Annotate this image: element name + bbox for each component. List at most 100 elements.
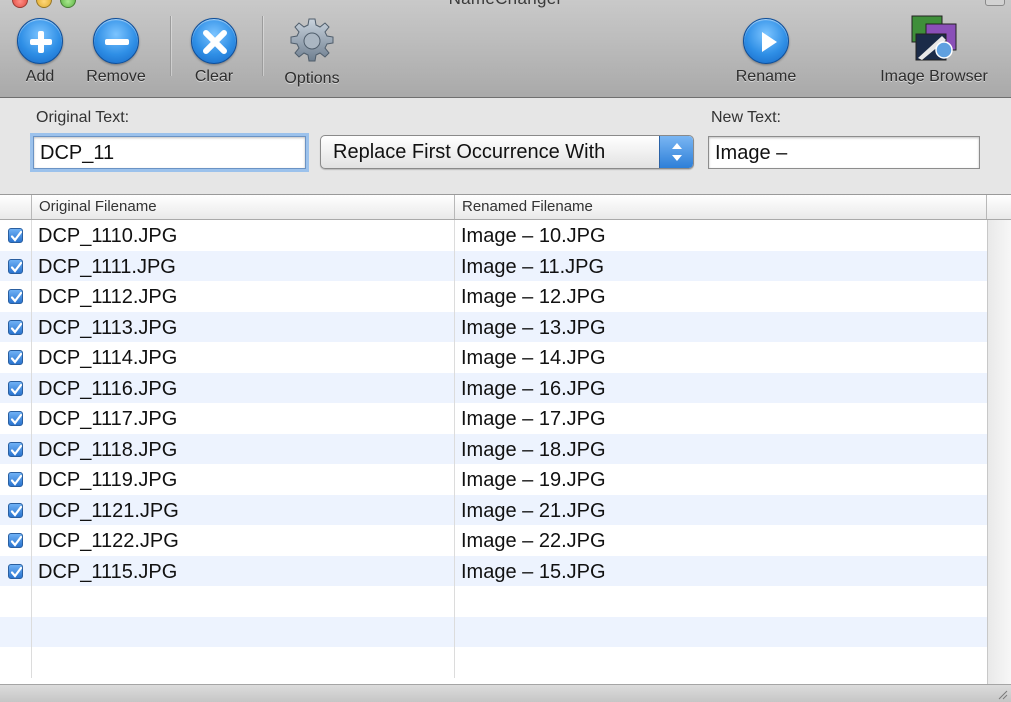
row-check-cell xyxy=(0,220,32,251)
renamed-filename-cell: Image – 21.JPG xyxy=(461,499,606,522)
table-row[interactable] xyxy=(0,616,987,648)
row-check-cell xyxy=(0,616,32,647)
row-check-cell xyxy=(0,464,32,495)
options-label: Options xyxy=(284,70,340,87)
table-row[interactable] xyxy=(0,586,987,617)
replace-form: Original Text: DCP_11 Replace First Occu… xyxy=(0,98,1011,194)
clear-button[interactable]: Clear xyxy=(169,18,259,86)
row-check-cell xyxy=(0,433,32,464)
row-checkbox[interactable] xyxy=(8,289,23,304)
play-circle-icon xyxy=(743,18,789,64)
renamed-filename-cell: Image – 19.JPG xyxy=(461,469,606,491)
status-bar xyxy=(0,684,1011,702)
image-browser-button[interactable]: Image Browser xyxy=(874,15,994,86)
clear-label: Clear xyxy=(194,68,234,85)
row-checkbox[interactable] xyxy=(8,319,23,335)
x-circle-icon xyxy=(191,18,237,64)
renamed-filename-cell: Image – 11.JPG xyxy=(461,255,605,278)
original-filename-cell: DCP_1110.JPG xyxy=(32,220,455,251)
renamed-filename-cell: Image – 12.JPG xyxy=(461,286,606,308)
image-browser-label: Image Browser xyxy=(880,68,988,85)
row-checkbox[interactable] xyxy=(8,441,23,457)
original-filename-cell: DCP_1121.JPG xyxy=(32,494,455,525)
renamed-filename-cell xyxy=(455,617,987,648)
table-row[interactable]: DCP_1112.JPG Image – 12.JPG xyxy=(0,281,987,312)
window-toolbar: NameChanger Add Remove Clear xyxy=(0,0,1011,98)
row-check-cell xyxy=(0,525,32,556)
renamed-filename-cell: Image – 16.JPG xyxy=(461,377,606,400)
renamed-filename-cell: Image – 10.JPG xyxy=(461,225,606,247)
column-header-check[interactable] xyxy=(0,195,32,219)
table-row[interactable]: DCP_1110.JPG Image – 10.JPG xyxy=(0,220,987,251)
new-text-field[interactable]: Image – xyxy=(708,136,980,169)
original-filename-cell: DCP_1114.JPG xyxy=(32,342,455,373)
table-row[interactable]: DCP_1114.JPG Image – 14.JPG xyxy=(0,342,987,373)
original-text-field[interactable]: DCP_11 xyxy=(33,136,306,169)
row-check-cell xyxy=(0,586,32,617)
row-checkbox[interactable] xyxy=(8,533,23,548)
row-checkbox[interactable] xyxy=(8,411,23,426)
original-filename-cell xyxy=(32,586,455,617)
row-checkbox[interactable] xyxy=(8,380,23,396)
original-filename-cell: DCP_1117.JPG xyxy=(32,403,455,434)
window-title: NameChanger xyxy=(0,0,1011,9)
vertical-scrollbar[interactable] xyxy=(987,220,1011,684)
plus-circle-icon xyxy=(17,18,63,64)
original-filename-cell: DCP_1112.JPG xyxy=(32,281,455,312)
column-header-renamed[interactable]: Renamed Filename xyxy=(455,195,987,219)
table-row[interactable]: DCP_1122.JPG Image – 22.JPG xyxy=(0,525,987,556)
row-checkbox[interactable] xyxy=(8,350,23,365)
rename-label: Rename xyxy=(735,68,797,85)
row-check-cell xyxy=(0,250,32,281)
file-table: Original Filename Renamed Filename DCP_1… xyxy=(0,194,1011,684)
original-text-label: Original Text: xyxy=(36,109,130,126)
renamed-filename-cell xyxy=(455,586,987,617)
table-row[interactable]: DCP_1111.JPG Image – 11.JPG xyxy=(0,250,987,281)
row-checkbox[interactable] xyxy=(8,472,23,487)
table-row[interactable]: DCP_1113.JPG Image – 13.JPG xyxy=(0,311,987,342)
remove-button[interactable]: Remove xyxy=(71,18,161,86)
image-browser-icon xyxy=(908,14,960,64)
renamed-filename-cell: Image – 15.JPG xyxy=(461,560,606,583)
row-check-cell xyxy=(0,342,32,373)
table-row[interactable] xyxy=(0,647,987,678)
row-check-cell xyxy=(0,281,32,312)
row-check-cell xyxy=(0,647,32,678)
rename-button[interactable]: Rename xyxy=(721,18,811,86)
table-row[interactable]: DCP_1121.JPG Image – 21.JPG xyxy=(0,494,987,525)
resize-grip-icon[interactable] xyxy=(996,688,1008,700)
original-filename-cell: DCP_1111.JPG xyxy=(32,250,455,281)
renamed-filename-cell: Image – 13.JPG xyxy=(461,316,606,339)
table-row[interactable]: DCP_1116.JPG Image – 16.JPG xyxy=(0,372,987,403)
original-filename-cell: DCP_1118.JPG xyxy=(32,433,455,464)
table-row[interactable]: DCP_1119.JPG Image – 19.JPG xyxy=(0,464,987,495)
toolbar-toggle-button[interactable] xyxy=(985,0,1005,6)
table-row[interactable]: DCP_1117.JPG Image – 17.JPG xyxy=(0,403,987,434)
renamed-filename-cell: Image – 17.JPG xyxy=(461,408,606,430)
row-check-cell xyxy=(0,403,32,434)
replace-mode-popup[interactable]: Replace First Occurrence With xyxy=(320,135,694,169)
toolbar-separator xyxy=(262,16,263,76)
original-filename-cell: DCP_1116.JPG xyxy=(32,372,455,403)
row-checkbox[interactable] xyxy=(8,228,23,243)
row-check-cell xyxy=(0,555,32,586)
original-filename-cell: DCP_1115.JPG xyxy=(32,555,455,586)
new-text-label: New Text: xyxy=(711,109,781,126)
table-row[interactable]: DCP_1118.JPG Image – 18.JPG xyxy=(0,433,987,464)
row-check-cell xyxy=(0,311,32,342)
gear-icon xyxy=(287,16,337,66)
renamed-filename-cell: Image – 18.JPG xyxy=(461,438,606,461)
row-checkbox[interactable] xyxy=(8,502,23,518)
row-checkbox[interactable] xyxy=(8,563,23,579)
table-row[interactable]: DCP_1115.JPG Image – 15.JPG xyxy=(0,555,987,586)
table-header: Original Filename Renamed Filename xyxy=(0,195,1011,220)
original-filename-cell xyxy=(32,616,455,647)
options-button[interactable]: Options xyxy=(267,18,357,88)
original-filename-cell: DCP_1113.JPG xyxy=(32,311,455,342)
column-header-original[interactable]: Original Filename xyxy=(32,195,455,219)
row-checkbox[interactable] xyxy=(8,258,23,274)
row-check-cell xyxy=(0,372,32,403)
remove-label: Remove xyxy=(86,68,146,85)
renamed-filename-cell: Image – 14.JPG xyxy=(461,347,606,369)
minus-circle-icon xyxy=(93,18,139,64)
